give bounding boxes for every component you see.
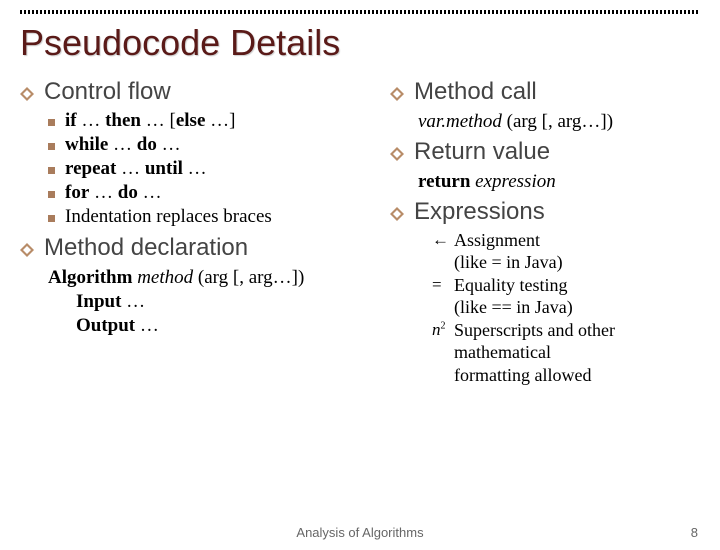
diamond-icon (390, 205, 404, 219)
expr-row-eq: = Equality testing (432, 275, 700, 297)
diamond-icon (390, 85, 404, 99)
list-item: repeat … until … (48, 158, 390, 180)
list-item: while … do … (48, 134, 390, 156)
expr-desc: (like = in Java) (454, 252, 563, 274)
square-icon (48, 119, 55, 126)
list-item: Indentation replaces braces (48, 206, 390, 228)
method-declaration-block: Algorithm method (arg [, arg…]) Input … … (48, 266, 390, 337)
expressions-block: ← Assignment (like = in Java) = Equality… (432, 230, 700, 387)
expr-desc: Superscripts and other (454, 320, 615, 342)
list-text: repeat … until … (65, 158, 207, 180)
expr-desc: mathematical (454, 342, 551, 364)
expr-row-superscript: n2 Superscripts and other (432, 320, 700, 342)
heading-text: Return value (414, 138, 550, 166)
heading-method-declaration: Method declaration (20, 234, 390, 262)
expr-row-eq-note: (like == in Java) (432, 297, 700, 319)
list-item: for … do … (48, 182, 390, 204)
list-text: if … then … [else …] (65, 110, 235, 132)
heading-text: Method call (414, 78, 537, 106)
square-icon (48, 191, 55, 198)
heading-method-call: Method call (390, 78, 700, 106)
expr-desc: formatting allowed (454, 365, 591, 387)
heading-text: Method declaration (44, 234, 248, 262)
expr-row-superscript-3: formatting allowed (432, 365, 700, 387)
return-line: return expression (418, 170, 700, 194)
expr-row-assign: ← Assignment (432, 230, 700, 252)
content-area: Control flow if … then … [else …] while … (0, 78, 720, 388)
expr-row-assign-note: (like = in Java) (432, 252, 700, 274)
list-text: Indentation replaces braces (65, 206, 272, 228)
square-icon (48, 215, 55, 222)
expr-desc: Equality testing (454, 275, 567, 297)
square-icon (48, 143, 55, 150)
assign-symbol: ← (432, 230, 454, 250)
list-text: while … do … (65, 134, 181, 156)
control-flow-list: if … then … [else …] while … do … repeat… (48, 110, 390, 228)
heading-text: Control flow (44, 78, 171, 106)
footer-text: Analysis of Algorithms (0, 525, 720, 540)
method-call-line: var.method (arg [, arg…]) (418, 110, 700, 134)
heading-expressions: Expressions (390, 198, 700, 226)
slide-title: Pseudocode Details (0, 14, 720, 78)
right-column: Method call var.method (arg [, arg…]) Re… (390, 78, 700, 388)
expr-desc: Assignment (454, 230, 540, 252)
heading-control-flow: Control flow (20, 78, 390, 106)
heading-text: Expressions (414, 198, 545, 226)
diamond-icon (20, 241, 34, 255)
page-number: 8 (691, 525, 698, 540)
expr-desc: (like == in Java) (454, 297, 573, 319)
superscript-symbol: n2 (432, 320, 454, 340)
square-icon (48, 167, 55, 174)
list-item: if … then … [else …] (48, 110, 390, 132)
heading-return-value: Return value (390, 138, 700, 166)
diamond-icon (390, 145, 404, 159)
diamond-icon (20, 85, 34, 99)
expr-row-superscript-2: mathematical (432, 342, 700, 364)
list-text: for … do … (65, 182, 162, 204)
left-column: Control flow if … then … [else …] while … (20, 78, 390, 388)
equals-symbol: = (432, 275, 454, 295)
